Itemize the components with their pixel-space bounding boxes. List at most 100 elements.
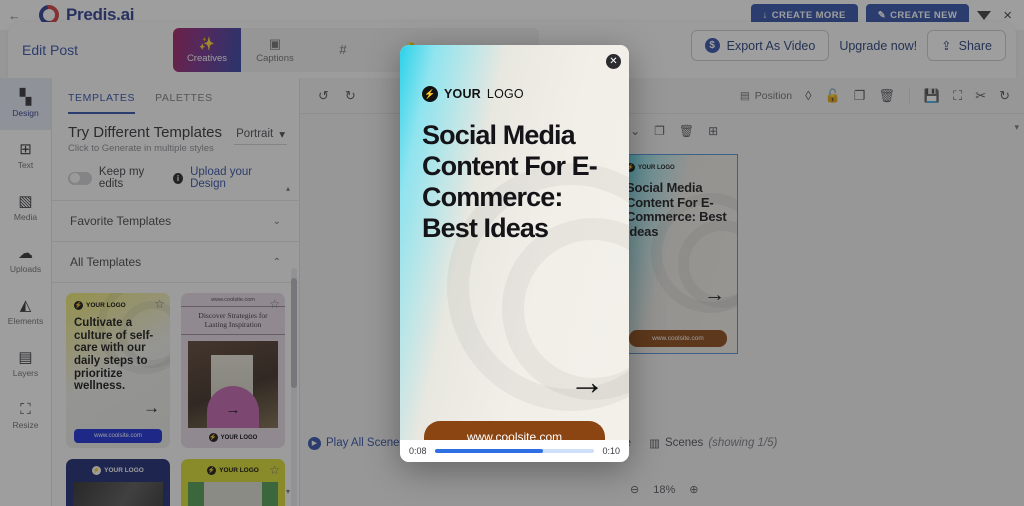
progress-track[interactable] xyxy=(434,449,595,453)
unlock-icon[interactable]: 🔓 xyxy=(825,88,841,104)
document-tools: 💾 ⛶ ✂ ↻ xyxy=(924,88,1010,104)
tab-captions-label: Captions xyxy=(256,52,294,64)
preview-progress-bar[interactable]: 0:08 0:10 xyxy=(400,440,629,462)
modal-logo-light: LOGO xyxy=(486,87,524,101)
create-new-icon: ✎ xyxy=(877,10,887,21)
duplicate-scene-icon[interactable]: ❐ xyxy=(654,124,665,138)
magic-wand-icon: ✨ xyxy=(198,35,216,51)
play-circle-icon: ▶ xyxy=(308,436,321,450)
sidebar-item-media[interactable]: ▧ Media xyxy=(0,182,51,234)
close-icon[interactable]: ✕ xyxy=(606,54,621,69)
template-logo: ⚡ YOUR LOGO xyxy=(188,466,278,475)
accordion-all-templates[interactable]: All Templates ⌃ xyxy=(52,242,299,283)
template-logo: ⚡ YOUR LOGO xyxy=(181,430,285,448)
redo-icon[interactable]: ↻ xyxy=(345,88,356,104)
design-grid-icon: ▚ xyxy=(19,89,32,106)
modal-headline: Social Media Content For E-Commerce: Bes… xyxy=(422,120,598,244)
chevron-down-icon: ⌄ xyxy=(272,215,281,227)
hashtag-icon: # xyxy=(339,42,347,57)
add-scene-icon[interactable]: ⊞ xyxy=(708,124,718,138)
position-button[interactable]: ▤ Position xyxy=(740,90,792,102)
format-select[interactable]: Portrait ▾ xyxy=(234,127,287,145)
scroll-down-icon[interactable]: ▾ xyxy=(286,487,1024,496)
tab-hashtags[interactable]: # xyxy=(309,28,377,72)
play-all-scenes-label: Play All Scenes xyxy=(326,437,406,449)
template-photo xyxy=(188,482,278,506)
scenes-count: (showing 1/5) xyxy=(708,437,778,449)
media-image-icon: ▧ xyxy=(18,193,33,210)
tab-creatives[interactable]: ✨ Creatives xyxy=(173,28,241,72)
object-controls: ▤ Position ◊ 🔓 ❐ 🗑 💾 ⛶ ✂ ↻ xyxy=(740,86,1010,105)
template-card[interactable]: ☆ ⚡ YOUR LOGO Cultivate a culture of sel… xyxy=(66,293,170,448)
tab-captions[interactable]: ▣ Captions xyxy=(241,28,309,72)
favorite-star-icon[interactable]: ☆ xyxy=(269,297,280,311)
shuffle-icon[interactable]: ✂ xyxy=(975,88,986,104)
duplicate-icon[interactable]: ❐ xyxy=(854,88,866,104)
keep-edits-toggle[interactable] xyxy=(68,171,92,185)
object-tools: ▤ Position ◊ 🔓 ❐ 🗑 xyxy=(740,88,895,104)
template-card[interactable]: ☆ ⚡ YOUR LOGO xyxy=(181,459,285,506)
bolt-icon: ⚡ xyxy=(74,301,83,310)
share-upload-icon: ⇪ xyxy=(941,39,952,53)
info-icon[interactable]: i xyxy=(172,172,184,184)
export-as-video-label: Export As Video xyxy=(726,38,816,53)
upload-your-design-link[interactable]: Upload your Design xyxy=(190,166,283,190)
keep-edits-row: Keep my edits i Upload your Design xyxy=(52,154,299,190)
template-card[interactable]: ⚡ YOUR LOGO xyxy=(66,459,170,506)
tab-templates[interactable]: TEMPLATES xyxy=(68,92,136,114)
template-card[interactable]: ☆ www.coolsite.com Discover Strategies f… xyxy=(181,293,285,448)
back-arrow-icon[interactable]: ← xyxy=(8,8,21,23)
scenes-indicator[interactable]: ▥ Scenes (showing 1/5) xyxy=(649,436,777,450)
canvas-scroll-down-icon[interactable]: ▾ xyxy=(1014,122,1019,133)
fullscreen-icon[interactable]: ⛶ xyxy=(953,88,962,104)
delete-icon[interactable]: 🗑 xyxy=(878,88,895,104)
favorite-star-icon[interactable]: ☆ xyxy=(154,297,165,311)
sidebar-item-design[interactable]: ▚ Design xyxy=(0,78,51,130)
arrow-right-icon: → xyxy=(704,283,725,306)
color-drop-icon[interactable]: ◊ xyxy=(805,88,811,103)
sidebar-item-elements-label: Elements xyxy=(7,316,44,326)
sidebar-item-design-label: Design xyxy=(12,108,39,118)
sidebar-item-resize-label: Resize xyxy=(12,420,39,430)
sidebar-item-text-label: Text xyxy=(17,160,34,170)
accordion-favorite-templates[interactable]: Favorite Templates ⌄ xyxy=(52,200,299,242)
sidebar-item-media-label: Media xyxy=(13,212,38,222)
header-actions: $ Export As Video Upgrade now! ⇪ Share xyxy=(690,30,1006,61)
scenes-label: Scenes xyxy=(664,437,704,449)
sidebar-item-elements[interactable]: ◭ Elements xyxy=(0,286,51,338)
artboard-url-button[interactable]: www.coolsite.com xyxy=(629,330,727,347)
export-as-video-button[interactable]: $ Export As Video xyxy=(690,30,830,61)
sidebar-item-uploads[interactable]: ☁ Uploads xyxy=(0,234,51,286)
close-icon[interactable]: × xyxy=(999,8,1016,23)
upgrade-now-link[interactable]: Upgrade now! xyxy=(839,39,917,53)
play-all-scenes-button[interactable]: ▶ Play All Scenes xyxy=(308,436,406,450)
move-down-icon[interactable]: ⌄ xyxy=(630,124,640,138)
delete-scene-icon[interactable]: 🗑 xyxy=(679,124,694,138)
favorite-star-icon[interactable]: ☆ xyxy=(269,463,280,477)
tab-palettes[interactable]: PALETTES xyxy=(155,92,213,114)
keep-edits-label: Keep my edits xyxy=(98,166,145,190)
share-button[interactable]: ⇪ Share xyxy=(927,30,1006,61)
resize-icon: ⛶ xyxy=(20,401,31,418)
create-more-label: CREATE MORE xyxy=(771,10,846,21)
templates-grid: ☆ ⚡ YOUR LOGO Cultivate a culture of sel… xyxy=(52,283,299,506)
undo-icon[interactable]: ↺ xyxy=(318,88,329,104)
edit-post-title: Edit Post xyxy=(22,42,79,58)
closed-caption-icon: ▣ xyxy=(268,35,282,51)
upload-cloud-icon: ☁ xyxy=(18,245,33,262)
sidebar-item-layers[interactable]: ▤ Layers xyxy=(0,338,51,390)
sidebar-item-resize[interactable]: ⛶ Resize xyxy=(0,390,51,442)
save-icon[interactable]: 💾 xyxy=(924,88,940,104)
modal-logo: ⚡ YOUR LOGO xyxy=(422,86,524,102)
template-photo xyxy=(73,482,163,506)
reset-icon[interactable]: ↻ xyxy=(999,88,1010,104)
bolt-icon: ⚡ xyxy=(208,433,218,442)
create-more-icon: ↓ xyxy=(762,10,768,21)
caret-down-icon[interactable] xyxy=(977,11,992,20)
artboard-logo-label: YOUR LOGO xyxy=(638,164,675,171)
sidebar-item-text[interactable]: ⊞ Text xyxy=(0,130,51,182)
total-time-label: 0:10 xyxy=(602,446,620,456)
scroll-up-icon[interactable]: ▴ xyxy=(286,184,1024,193)
panel-scrollbar[interactable] xyxy=(291,268,297,506)
chevron-down-icon: ▾ xyxy=(279,129,285,141)
